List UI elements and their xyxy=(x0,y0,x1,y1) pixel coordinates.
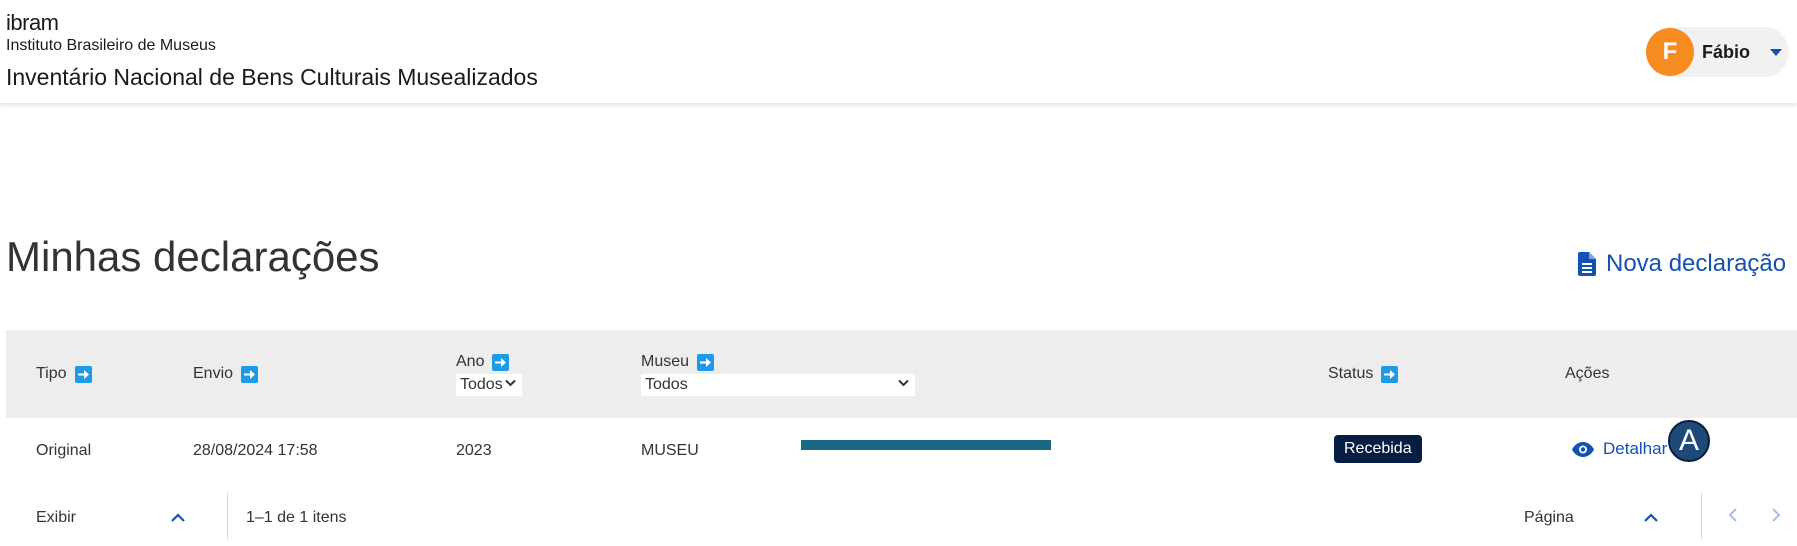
logo-text: ibram xyxy=(6,10,59,35)
column-status[interactable]: Status xyxy=(1328,365,1399,383)
sort-arrow-icon[interactable] xyxy=(74,365,92,383)
column-acoes-label: Ações xyxy=(1565,365,1610,382)
column-envio[interactable]: Envio xyxy=(193,365,259,383)
column-envio-label: Envio xyxy=(193,365,234,382)
sort-arrow-icon[interactable] xyxy=(1381,365,1399,383)
items-per-page-label: Exibir xyxy=(36,509,77,526)
new-declaration-label: Nova declaração xyxy=(1606,250,1787,277)
divider xyxy=(227,493,228,539)
items-per-page-chevron-up-icon[interactable] xyxy=(170,513,186,523)
cell-ano: 2023 xyxy=(456,442,492,459)
sort-arrow-icon[interactable] xyxy=(241,365,259,383)
avatar-initial: F xyxy=(1662,38,1678,65)
table-row: Original 28/08/2024 17:58 2023 MUSEU Rec… xyxy=(6,418,1797,486)
app-title: Inventário Nacional de Bens Culturais Mu… xyxy=(6,64,538,90)
chevron-down-icon xyxy=(898,379,909,387)
eye-icon xyxy=(1572,441,1594,457)
annotation-marker-label: A xyxy=(1678,424,1699,457)
page-label: Página xyxy=(1524,509,1574,526)
items-range: 1–1 de 1 itens xyxy=(246,509,347,526)
user-name: Fábio xyxy=(1702,42,1750,62)
museu-filter-select[interactable]: Todos xyxy=(641,374,915,396)
previous-page-chevron-left-icon[interactable] xyxy=(1728,507,1738,523)
column-ano-label: Ano xyxy=(456,353,485,370)
institution-name: Instituto Brasileiro de Museus xyxy=(6,37,216,54)
divider xyxy=(1701,493,1702,539)
document-icon xyxy=(1578,252,1596,276)
ano-filter-value: Todos xyxy=(460,376,503,393)
column-museu[interactable]: Museu xyxy=(641,353,715,371)
table-header: Tipo Envio Ano Todos Museu Todos Status xyxy=(6,330,1797,418)
detail-button[interactable]: Detalhar xyxy=(1572,439,1667,459)
annotation-marker: A xyxy=(1668,420,1710,462)
ano-filter-select[interactable]: Todos xyxy=(456,374,522,396)
status-badge: Recebida xyxy=(1334,435,1422,463)
page-select-chevron-up-icon[interactable] xyxy=(1643,513,1659,523)
column-tipo[interactable]: Tipo xyxy=(36,365,92,383)
sort-arrow-icon[interactable] xyxy=(697,353,715,371)
redaction-bar xyxy=(801,440,1051,450)
user-menu-button[interactable]: F Fábio xyxy=(1646,27,1789,77)
next-page-chevron-right-icon[interactable] xyxy=(1771,507,1781,523)
cell-tipo: Original xyxy=(36,442,92,459)
cell-envio: 28/08/2024 17:58 xyxy=(193,442,318,459)
pagination-bar: Exibir 1–1 de 1 itens Página xyxy=(6,485,1797,546)
detail-label: Detalhar xyxy=(1603,439,1668,458)
cell-museu: MUSEU xyxy=(641,442,699,459)
caret-down-icon xyxy=(1770,49,1782,56)
column-acoes: Ações xyxy=(1565,365,1609,383)
new-declaration-button[interactable]: Nova declaração xyxy=(1578,250,1786,278)
avatar: F xyxy=(1646,28,1694,76)
column-status-label: Status xyxy=(1328,365,1374,382)
ibram-logo[interactable]: ibram xyxy=(6,10,59,36)
chevron-down-icon xyxy=(505,379,516,387)
page-title: Minhas declarações xyxy=(6,233,380,280)
column-tipo-label: Tipo xyxy=(36,365,67,382)
app-header: ibram Instituto Brasileiro de Museus Inv… xyxy=(0,0,1797,103)
column-museu-label: Museu xyxy=(641,353,690,370)
museu-filter-value: Todos xyxy=(645,376,688,393)
sort-arrow-icon[interactable] xyxy=(492,353,510,371)
column-ano[interactable]: Ano xyxy=(456,353,510,371)
